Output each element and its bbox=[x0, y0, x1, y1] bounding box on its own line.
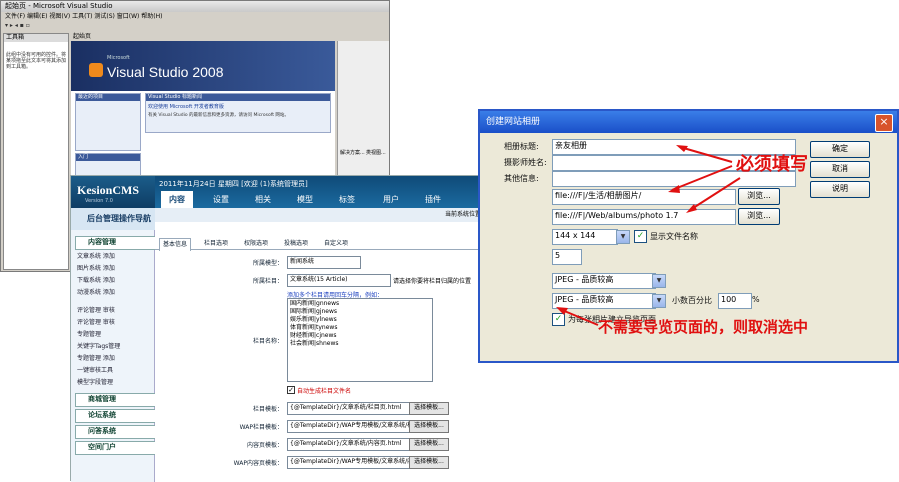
arrowhead-title bbox=[676, 145, 688, 152]
arrow-nav-pages bbox=[561, 309, 599, 326]
arrow-source bbox=[671, 165, 733, 191]
arrow-dest bbox=[689, 177, 741, 211]
arrowhead-dest bbox=[686, 204, 697, 213]
annotation-arrows bbox=[556, 145, 741, 326]
arrowhead-source bbox=[668, 185, 680, 193]
arrowhead-nav bbox=[556, 307, 568, 315]
annotation-required: 必须填写 bbox=[736, 154, 808, 175]
annotation-uncheck: 不需要导览页面的，则取消选中 bbox=[598, 318, 809, 336]
arrow-title bbox=[679, 146, 733, 163]
